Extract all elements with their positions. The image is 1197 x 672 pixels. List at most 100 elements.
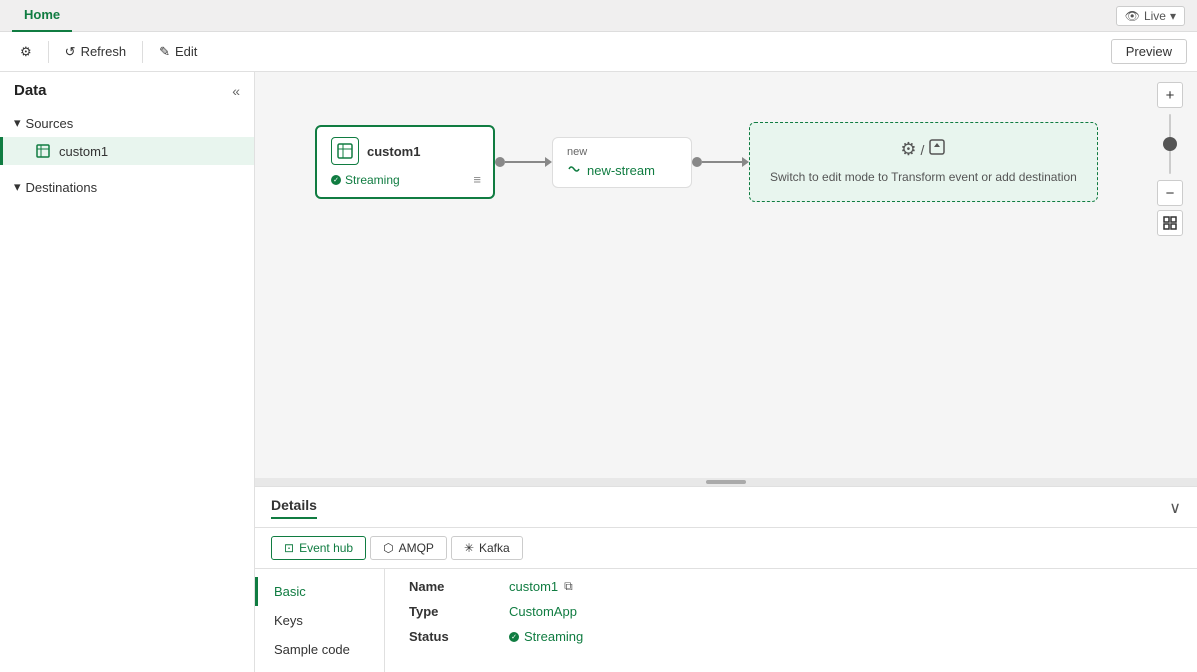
zoom-slider-track bbox=[1169, 114, 1171, 174]
live-badge[interactable]: 👁 Live ▾ bbox=[1116, 6, 1185, 26]
connector-line-1 bbox=[505, 161, 545, 163]
connector-arrow-2 bbox=[742, 157, 749, 167]
status-dot-icon bbox=[331, 175, 341, 185]
zoom-slider-thumb[interactable] bbox=[1163, 137, 1177, 151]
source-node-header: custom1 bbox=[331, 137, 479, 165]
toolbar: ⚙ ↺ Refresh ✎ Edit Preview bbox=[0, 32, 1197, 72]
live-label: Live bbox=[1144, 9, 1166, 23]
tab-event-hub-label: Event hub bbox=[299, 541, 353, 555]
sidebar: Data « ▾ Sources custom1 ▾ bbox=[0, 72, 255, 672]
details-tabs: ⊡ Event hub ⬡ AMQP ✳ Kafka bbox=[255, 528, 1197, 569]
toolbar-divider-2 bbox=[142, 41, 143, 63]
source-node-icon bbox=[331, 137, 359, 165]
gear-icon: ⚙ bbox=[900, 139, 916, 160]
field-status-label: Status bbox=[409, 629, 489, 644]
stream-name-label: new-stream bbox=[587, 163, 655, 178]
source-item-icon bbox=[35, 143, 51, 159]
stream-node-label: new bbox=[567, 146, 677, 158]
connector-1 bbox=[495, 157, 552, 167]
refresh-button[interactable]: ↺ Refresh bbox=[55, 39, 136, 65]
sidebar-header: Data « bbox=[0, 72, 254, 105]
status-text: Streaming bbox=[524, 629, 583, 644]
settings-icon: ⚙ bbox=[20, 44, 32, 60]
field-status-value: Streaming bbox=[509, 629, 583, 644]
field-type-row: Type CustomApp bbox=[409, 604, 1173, 619]
field-type-value: CustomApp bbox=[509, 604, 577, 619]
slash-icon: / bbox=[921, 142, 925, 158]
stream-icon bbox=[567, 162, 581, 179]
canvas: custom1 Streaming ≡ new bbox=[255, 72, 1197, 478]
chevron-down-icon: ▾ bbox=[14, 115, 21, 131]
amqp-icon: ⬡ bbox=[383, 541, 393, 555]
tab-kafka[interactable]: ✳ Kafka bbox=[451, 536, 523, 560]
tab-amqp[interactable]: ⬡ AMQP bbox=[370, 536, 447, 560]
edit-button[interactable]: ✎ Edit bbox=[149, 39, 207, 65]
flow-container: custom1 Streaming ≡ new bbox=[315, 122, 1098, 202]
sources-section: ▾ Sources custom1 bbox=[0, 105, 254, 169]
action-node-text: Switch to edit mode to Transform event o… bbox=[770, 169, 1077, 186]
details-header: Details ∨ bbox=[255, 487, 1197, 528]
stream-node[interactable]: new new-stream bbox=[552, 137, 692, 188]
tab-event-hub[interactable]: ⊡ Event hub bbox=[271, 536, 366, 560]
field-name-row: Name custom1 ⧉ bbox=[409, 579, 1173, 594]
collapse-details-button[interactable]: ∨ bbox=[1169, 498, 1181, 518]
toolbar-divider-1 bbox=[48, 41, 49, 63]
nav-sample-code[interactable]: Sample code bbox=[255, 635, 384, 664]
event-hub-icon: ⊡ bbox=[284, 541, 294, 555]
connector-line-2 bbox=[702, 161, 742, 163]
connector-dot-2 bbox=[692, 157, 702, 167]
connector-dot-1 bbox=[495, 157, 505, 167]
destinations-header[interactable]: ▾ Destinations bbox=[0, 173, 254, 201]
field-name-label: Name bbox=[409, 579, 489, 594]
destinations-section: ▾ Destinations bbox=[0, 169, 254, 205]
status-indicator-icon bbox=[509, 632, 519, 642]
nav-keys[interactable]: Keys bbox=[255, 606, 384, 635]
connector-2 bbox=[692, 157, 749, 167]
node-menu-icon[interactable]: ≡ bbox=[473, 172, 481, 187]
sources-label: Sources bbox=[26, 116, 74, 131]
name-value-text: custom1 bbox=[509, 579, 558, 594]
sidebar-title: Data bbox=[14, 82, 47, 99]
action-node[interactable]: ⚙ / Switch to edit mode to Transform eve… bbox=[749, 122, 1098, 202]
edit-label: Edit bbox=[175, 44, 197, 59]
canvas-area: custom1 Streaming ≡ new bbox=[255, 72, 1197, 672]
zoom-out-button[interactable]: − bbox=[1157, 180, 1183, 206]
source-status-label: Streaming bbox=[345, 173, 400, 187]
zoom-controls: + − bbox=[1157, 82, 1183, 236]
sidebar-collapse-icon[interactable]: « bbox=[232, 83, 240, 99]
tab-kafka-label: Kafka bbox=[479, 541, 510, 555]
sidebar-item-custom1[interactable]: custom1 bbox=[0, 137, 254, 165]
home-tab[interactable]: Home bbox=[12, 0, 72, 32]
nav-basic[interactable]: Basic bbox=[255, 577, 384, 606]
source-status: Streaming bbox=[331, 173, 479, 187]
sources-header[interactable]: ▾ Sources bbox=[0, 109, 254, 137]
details-panel: Details ∨ ⊡ Event hub ⬡ AMQP ✳ Kafka bbox=[255, 486, 1197, 672]
source-node[interactable]: custom1 Streaming ≡ bbox=[315, 125, 495, 199]
fit-to-screen-button[interactable] bbox=[1157, 210, 1183, 236]
field-status-row: Status Streaming bbox=[409, 629, 1173, 644]
chevron-down-icon: ▾ bbox=[1170, 9, 1176, 23]
export-icon bbox=[928, 138, 946, 161]
copy-name-button[interactable]: ⧉ bbox=[564, 579, 573, 594]
source-node-name: custom1 bbox=[367, 144, 420, 159]
field-type-label: Type bbox=[409, 604, 489, 619]
tab-amqp-label: AMQP bbox=[399, 541, 434, 555]
details-title: Details bbox=[271, 497, 317, 519]
source-item-label: custom1 bbox=[59, 144, 108, 159]
edit-icon: ✎ bbox=[159, 44, 170, 60]
refresh-icon: ↺ bbox=[65, 44, 76, 60]
preview-button[interactable]: Preview bbox=[1111, 39, 1187, 64]
drag-handle-area[interactable] bbox=[255, 478, 1197, 486]
details-fields: Name custom1 ⧉ Type CustomApp Status bbox=[385, 569, 1197, 672]
settings-button[interactable]: ⚙ bbox=[10, 39, 42, 65]
stream-node-name-row: new-stream bbox=[567, 162, 677, 179]
zoom-in-button[interactable]: + bbox=[1157, 82, 1183, 108]
main-layout: Data « ▾ Sources custom1 ▾ bbox=[0, 72, 1197, 672]
eye-icon: 👁 bbox=[1125, 9, 1140, 23]
connector-arrow-1 bbox=[545, 157, 552, 167]
drag-handle bbox=[706, 480, 746, 484]
action-node-icons: ⚙ / bbox=[900, 138, 946, 161]
details-content: Basic Keys Sample code Name custom1 ⧉ Ty… bbox=[255, 569, 1197, 672]
field-name-value: custom1 ⧉ bbox=[509, 579, 573, 594]
kafka-icon: ✳ bbox=[464, 541, 474, 555]
